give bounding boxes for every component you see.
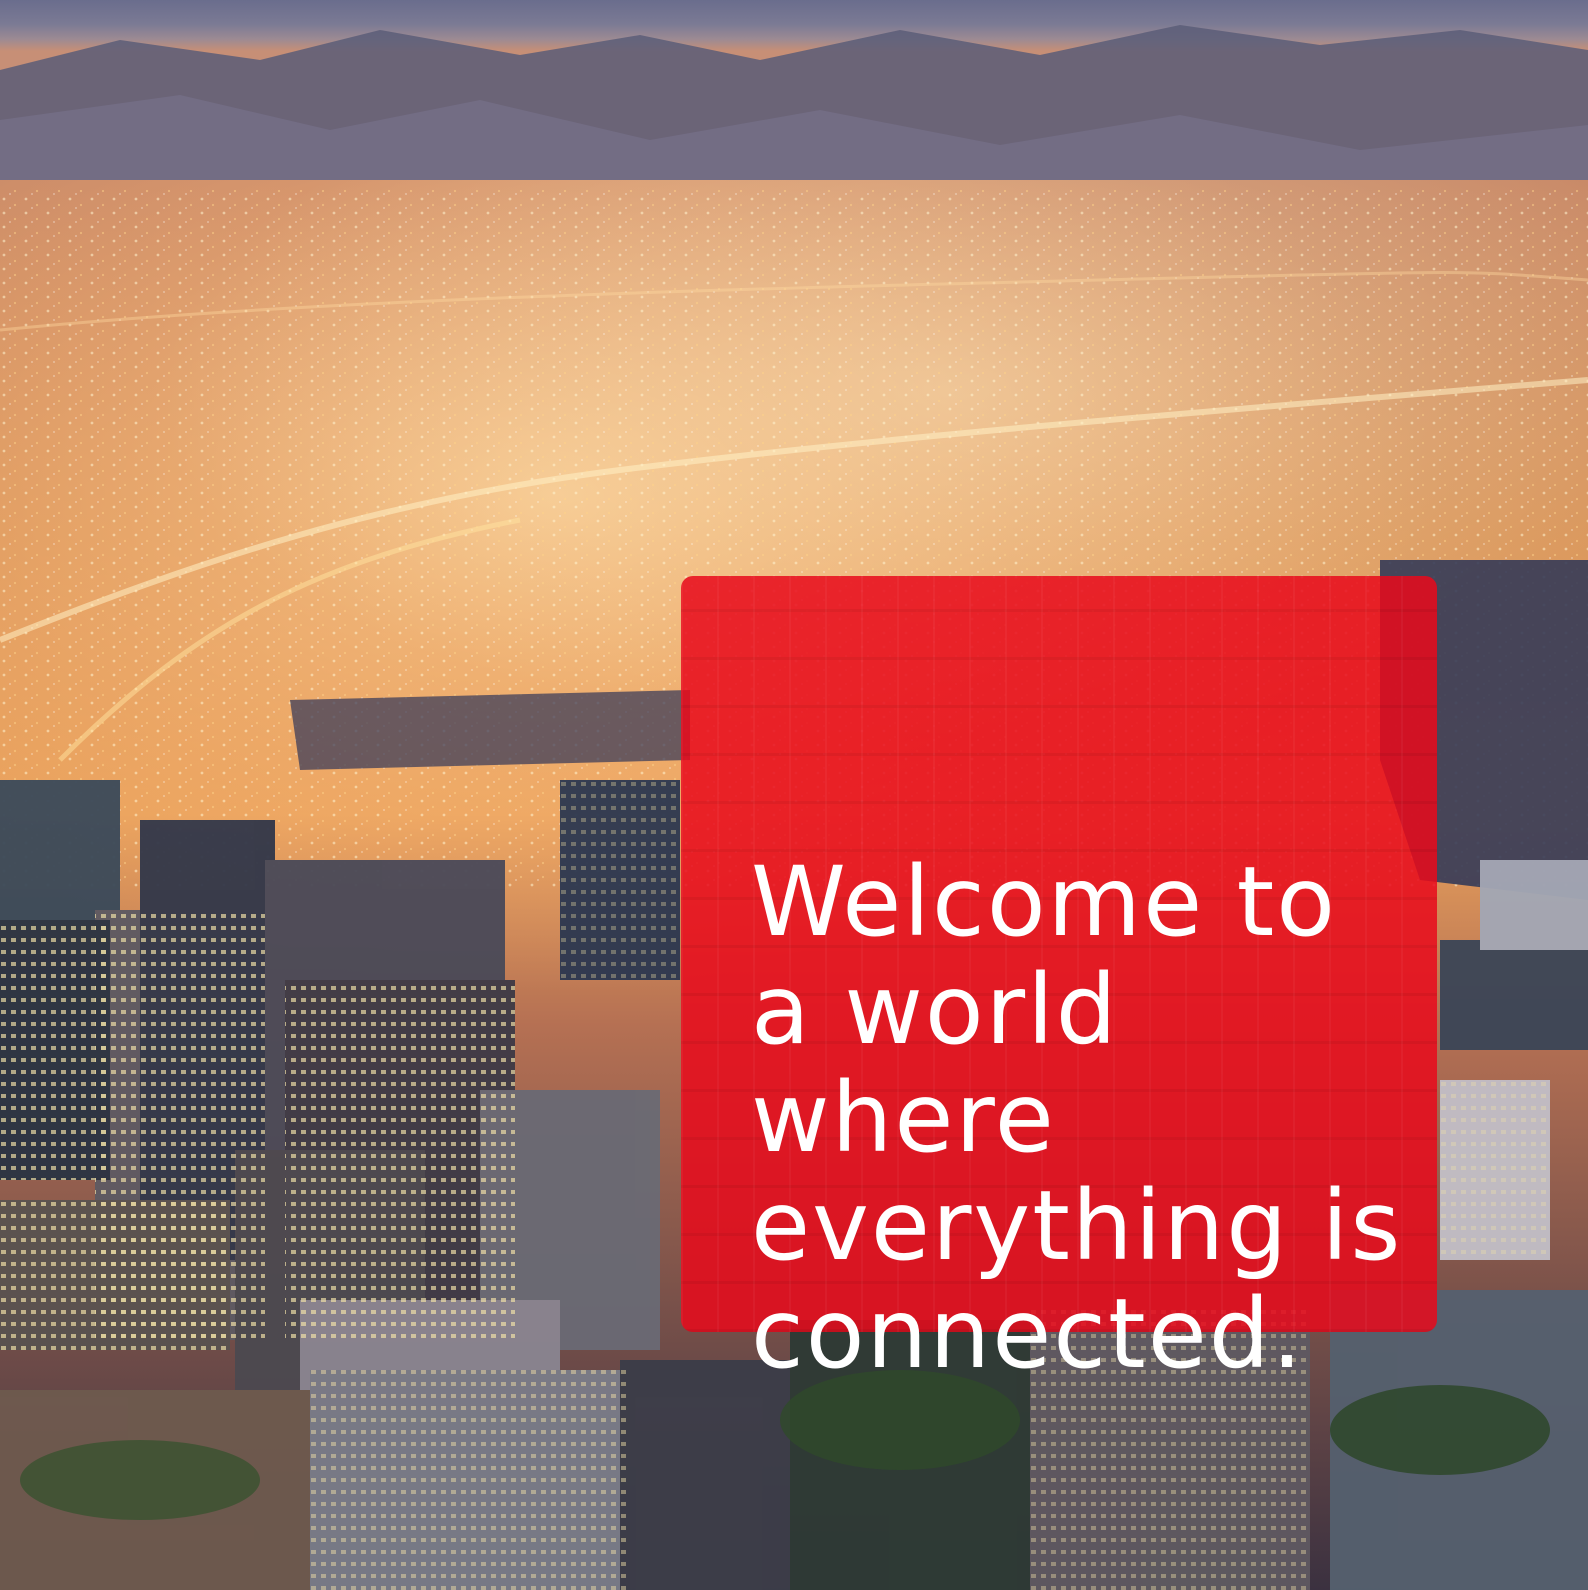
welcome-card: Welcome to a world where everything is c… xyxy=(681,576,1437,1388)
hero-headline: Welcome to a world where everything is c… xyxy=(751,846,1403,1390)
hero-scene: Welcome to a world where everything is c… xyxy=(0,0,1588,1590)
